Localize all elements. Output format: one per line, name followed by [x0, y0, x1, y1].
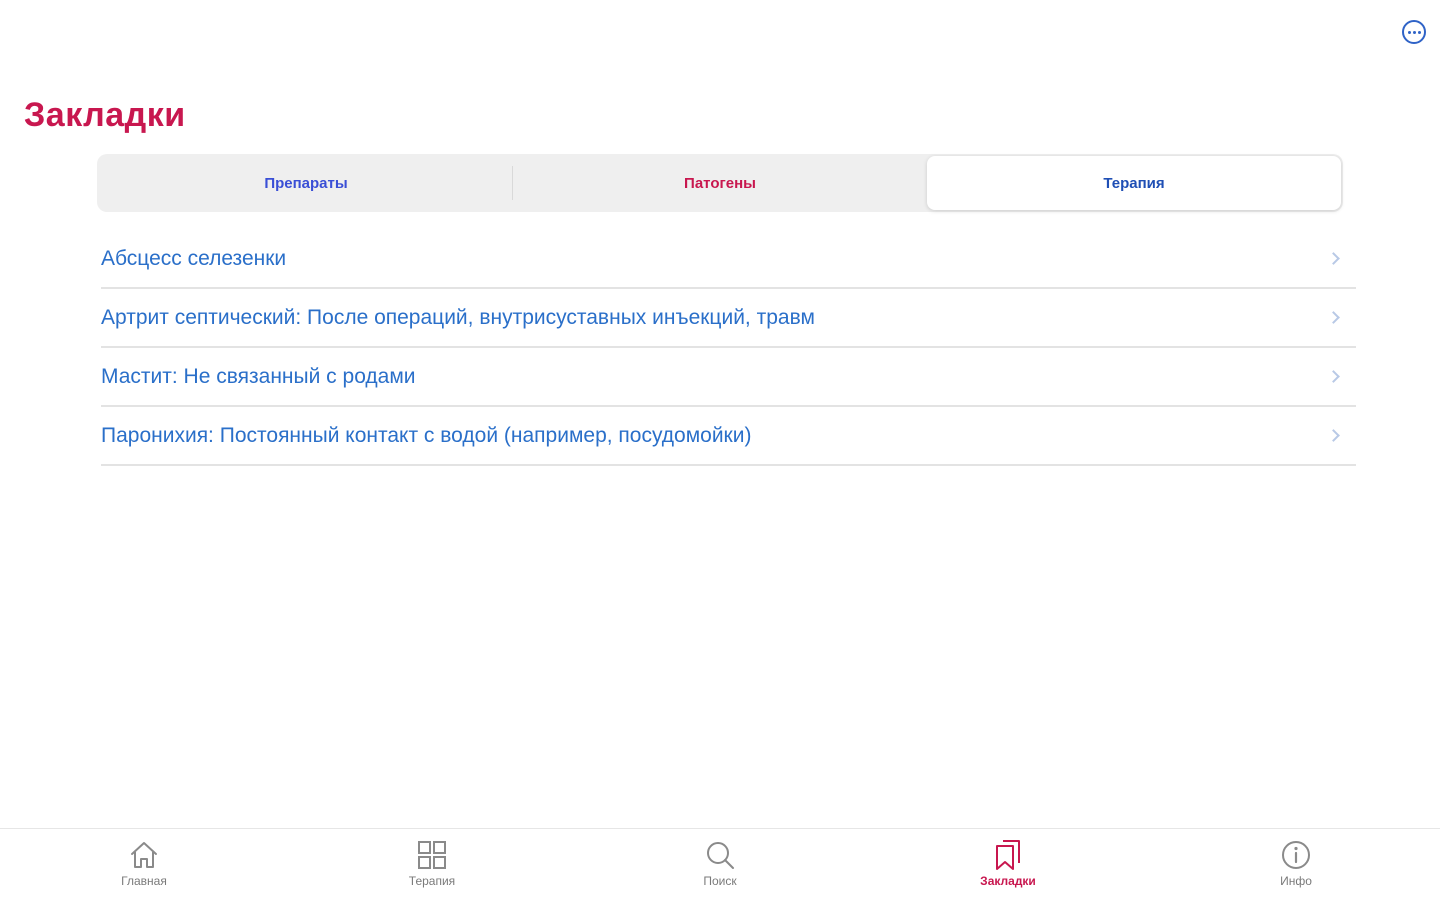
list-item[interactable]: Паронихия: Постоянный контакт с водой (н… — [101, 407, 1356, 466]
chevron-right-icon — [1327, 252, 1340, 265]
home-icon — [131, 842, 157, 868]
list-item-label: Артрит септический: После операций, внут… — [101, 305, 815, 329]
tab-home[interactable]: Главная — [0, 829, 288, 900]
list-item[interactable]: Мастит: Не связанный с родами — [101, 348, 1356, 407]
segment-pathogens[interactable]: Патогены — [513, 156, 927, 210]
info-icon — [1282, 841, 1310, 869]
chevron-right-icon — [1327, 311, 1340, 324]
segment-drugs-label: Препараты — [264, 174, 348, 192]
bookmarks-icon — [996, 840, 1020, 870]
tab-info-label: Инфо — [1280, 874, 1312, 888]
segment-therapy[interactable]: Терапия — [927, 156, 1341, 210]
list-item-label: Абсцесс селезенки — [101, 246, 287, 270]
tab-info[interactable]: Инфо — [1152, 829, 1440, 900]
segment-pathogens-label: Патогены — [684, 174, 756, 192]
grid-icon — [418, 841, 446, 869]
chevron-right-icon — [1327, 370, 1340, 383]
tab-bar: Главная Терапия Поиск Закладки Инфо — [0, 828, 1440, 900]
more-icon[interactable] — [1402, 20, 1426, 44]
chevron-right-icon — [1327, 429, 1340, 442]
page-title: Закладки — [24, 96, 186, 134]
list-item-label: Паронихия: Постоянный контакт с водой (н… — [101, 423, 752, 447]
more-dot — [1417, 30, 1421, 34]
segmented-control: Препараты Патогены Терапия — [97, 154, 1343, 212]
tab-home-label: Главная — [121, 874, 167, 888]
list-item[interactable]: Абсцесс селезенки — [101, 230, 1356, 289]
list-item-label: Мастит: Не связанный с родами — [101, 364, 416, 388]
tab-search-label: Поиск — [703, 874, 737, 888]
segment-therapy-label: Терапия — [1103, 174, 1165, 192]
tab-therapy-label: Терапия — [408, 874, 456, 888]
search-icon — [707, 842, 734, 869]
tab-bookmarks-label: Закладки — [980, 874, 1036, 888]
list-item[interactable]: Артрит септический: После операций, внут… — [101, 289, 1356, 348]
tab-bookmarks[interactable]: Закладки — [864, 829, 1152, 900]
bookmark-list: Абсцесс селезенки Артрит септический: По… — [101, 230, 1356, 466]
segment-drugs[interactable]: Препараты — [99, 156, 513, 210]
more-dot — [1407, 30, 1411, 34]
more-dot — [1412, 30, 1416, 34]
tab-therapy[interactable]: Терапия — [288, 829, 576, 900]
bookmarks-screen: Закладки Препараты Патогены Терапия Абсц… — [0, 0, 1440, 900]
tab-search[interactable]: Поиск — [576, 829, 864, 900]
